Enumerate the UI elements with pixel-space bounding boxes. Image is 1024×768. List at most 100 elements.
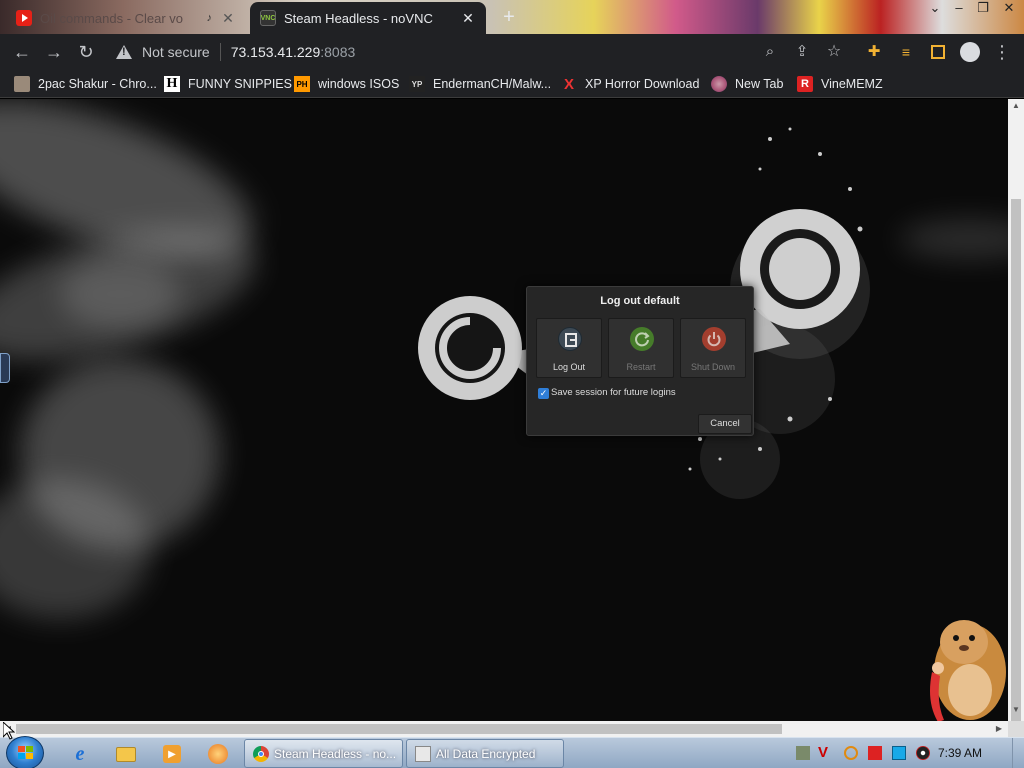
extensions-icon[interactable]: ✚ bbox=[862, 40, 886, 64]
chevron-down-icon[interactable]: ⌄ bbox=[922, 0, 948, 20]
media-icon[interactable]: ≡ bbox=[894, 40, 918, 64]
power-icon bbox=[702, 327, 726, 351]
r-icon: R bbox=[797, 76, 813, 92]
divider bbox=[219, 43, 221, 61]
taskbar: e ▶ Steam Headless - no... All Data Encr… bbox=[0, 736, 1024, 768]
image-icon bbox=[14, 76, 30, 92]
save-session-label[interactable]: Save session for future logins bbox=[551, 387, 676, 398]
desktop-pet-hamster[interactable] bbox=[898, 612, 1008, 721]
share-icon[interactable]: ⇪ bbox=[790, 40, 814, 64]
save-session-checkbox[interactable]: ✓ bbox=[538, 388, 549, 399]
log-out-label: Log Out bbox=[552, 362, 586, 372]
url-host[interactable]: 73.153.41.229 bbox=[231, 44, 321, 60]
tray-app-icon[interactable] bbox=[796, 746, 810, 760]
tray-v-icon[interactable]: V bbox=[818, 745, 832, 760]
cancel-button[interactable]: Cancel bbox=[698, 414, 752, 434]
steam-logo bbox=[418, 127, 870, 499]
tab-steam-headless[interactable]: VNC Steam Headless - noVNC ✕ bbox=[250, 2, 486, 34]
bookmark-2pac[interactable]: 2pac Shakur - Chro... bbox=[14, 74, 157, 94]
mouse-cursor-icon bbox=[3, 722, 15, 740]
novnc-control-bar-handle[interactable] bbox=[0, 353, 10, 383]
restart-icon bbox=[630, 327, 654, 351]
vnc-viewport[interactable] bbox=[0, 99, 1008, 721]
maximize-button[interactable]: ❐ bbox=[970, 0, 996, 20]
scrollbar-corner bbox=[1008, 721, 1024, 737]
shut-down-button[interactable]: Shut Down bbox=[680, 318, 746, 378]
bookmark-funny-snippies[interactable]: H FUNNY SNIPPIES bbox=[164, 74, 292, 94]
close-window-button[interactable]: ✕ bbox=[996, 0, 1022, 20]
window-icon bbox=[415, 745, 431, 762]
zoom-icon[interactable]: ⌕ bbox=[758, 40, 782, 64]
speaker-icon[interactable]: ♪ bbox=[207, 12, 213, 24]
tray-flag-icon[interactable] bbox=[868, 746, 882, 760]
bookmark-label: EndermanCH/Malw... bbox=[433, 77, 552, 91]
h-icon: H bbox=[164, 76, 180, 92]
media-player-icon[interactable]: ▶ bbox=[154, 741, 190, 767]
show-desktop-button[interactable] bbox=[1012, 738, 1024, 768]
task-label: All Data Encrypted bbox=[436, 746, 536, 761]
explorer-folder-icon[interactable] bbox=[108, 741, 144, 767]
tray-monitor-icon[interactable] bbox=[892, 746, 906, 760]
taskbar-clock[interactable]: 7:39 AM bbox=[938, 746, 982, 760]
reload-icon[interactable]: ↻ bbox=[74, 40, 98, 64]
x-icon: X bbox=[563, 75, 574, 93]
bookmarks-bar: 2pac Shakur - Chro... H FUNNY SNIPPIES P… bbox=[0, 70, 1024, 98]
windows-logo-icon bbox=[18, 746, 34, 760]
tab-title: Oil commands - Clear vo bbox=[40, 10, 184, 26]
minimize-button[interactable]: – bbox=[946, 0, 972, 20]
back-arrow-icon[interactable]: ← bbox=[10, 40, 34, 64]
scrollbar-thumb[interactable] bbox=[1011, 199, 1021, 768]
scrollbar-thumb[interactable] bbox=[16, 724, 782, 734]
warning-icon[interactable] bbox=[116, 44, 132, 60]
horizontal-scrollbar[interactable]: ◀ ▶ bbox=[0, 721, 1008, 737]
bookmark-label: XP Horror Download bbox=[585, 77, 700, 91]
logout-dialog: Log out default Log Out Restart Shut Dow… bbox=[526, 286, 754, 436]
scroll-down-icon[interactable]: ▼ bbox=[1008, 705, 1024, 719]
tab-youtube[interactable]: Oil commands - Clear vo ♪ ✕ bbox=[6, 2, 246, 34]
bookmark-label: 2pac Shakur - Chro... bbox=[38, 77, 157, 91]
bookmark-new-tab[interactable]: New Tab bbox=[711, 74, 783, 94]
bookmark-label: New Tab bbox=[735, 77, 784, 91]
close-icon[interactable]: ✕ bbox=[460, 10, 476, 27]
novnc-icon: VNC bbox=[260, 10, 276, 26]
address-bar[interactable]: Not secure 73.153.41.229 :8083 bbox=[108, 39, 798, 65]
bookmark-vinememz[interactable]: R VineMEMZ bbox=[797, 74, 883, 94]
bookmark-windows-isos[interactable]: PH windows ISOS bbox=[294, 74, 399, 94]
log-out-button[interactable]: Log Out bbox=[536, 318, 602, 378]
task-all-data-encrypted[interactable]: All Data Encrypted bbox=[406, 739, 564, 768]
scroll-right-icon[interactable]: ▶ bbox=[992, 721, 1006, 737]
close-icon[interactable]: ✕ bbox=[220, 10, 236, 27]
internet-explorer-icon[interactable]: e bbox=[62, 741, 98, 767]
restart-button[interactable]: Restart bbox=[608, 318, 674, 378]
scroll-up-icon[interactable]: ▲ bbox=[1008, 101, 1024, 115]
chrome-icon bbox=[253, 745, 269, 762]
bookmark-xp-horror[interactable]: X XP Horror Download bbox=[561, 74, 699, 94]
task-steam-headless[interactable]: Steam Headless - no... bbox=[244, 739, 403, 768]
yp-icon: YP bbox=[409, 76, 425, 92]
browser-toolbar: ← → ↻ Not secure 73.153.41.229 :8083 ⌕ ⇪… bbox=[0, 34, 1024, 70]
side-panel-icon[interactable] bbox=[926, 40, 950, 64]
menu-icon[interactable]: ⋮ bbox=[990, 40, 1014, 64]
youtube-icon bbox=[16, 10, 32, 26]
url-port[interactable]: :8083 bbox=[320, 44, 355, 60]
tray-volume-icon[interactable] bbox=[916, 746, 930, 760]
bookmark-label: FUNNY SNIPPIES bbox=[188, 77, 292, 91]
globe-icon bbox=[711, 76, 727, 92]
new-tab-button[interactable]: + bbox=[498, 6, 520, 28]
profile-avatar-icon[interactable] bbox=[958, 40, 982, 64]
tab-title: Steam Headless - noVNC bbox=[284, 10, 433, 26]
vertical-scrollbar[interactable]: ▲ ▼ bbox=[1008, 99, 1024, 768]
dialog-title: Log out default bbox=[600, 295, 680, 307]
shut-down-label: Shut Down bbox=[690, 362, 736, 372]
app-icon[interactable] bbox=[200, 741, 236, 767]
start-button[interactable] bbox=[6, 736, 44, 768]
ph-icon: PH bbox=[294, 76, 310, 92]
bookmark-endermanch[interactable]: YP EndermanCH/Malw... bbox=[409, 74, 551, 94]
logout-icon bbox=[558, 327, 582, 351]
tab-strip: Oil commands - Clear vo ♪ ✕ VNC Steam He… bbox=[0, 0, 1024, 34]
star-icon[interactable]: ☆ bbox=[822, 40, 846, 64]
restart-label: Restart bbox=[626, 362, 656, 372]
tray-search-icon[interactable] bbox=[844, 746, 858, 760]
security-label[interactable]: Not secure bbox=[142, 44, 210, 60]
forward-arrow-icon[interactable]: → bbox=[42, 40, 66, 64]
